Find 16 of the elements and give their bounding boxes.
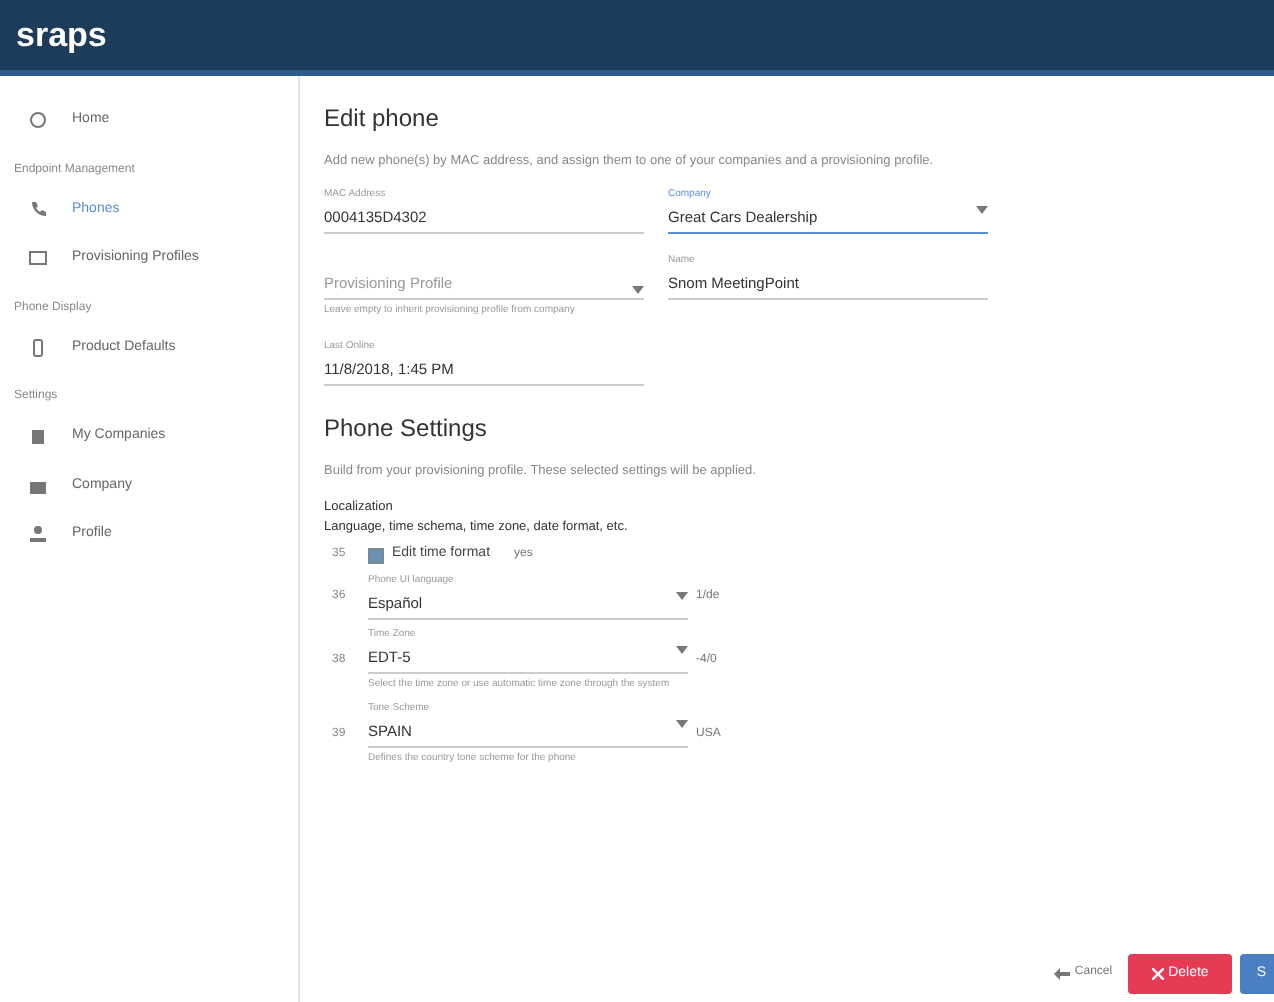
checkbox[interactable] <box>368 547 384 563</box>
close-icon <box>1152 967 1165 980</box>
caret-icon <box>676 719 688 728</box>
device-icon <box>28 337 48 358</box>
caret-icon <box>676 591 688 600</box>
card-icon <box>28 248 48 269</box>
page-title: Edit phone <box>324 102 441 136</box>
home-icon <box>28 110 48 131</box>
caret-icon <box>632 286 644 295</box>
brand-logo[interactable]: sraps <box>16 9 107 61</box>
arrow-left-icon <box>1054 967 1071 980</box>
person-icon <box>28 524 48 545</box>
phone-icon <box>28 199 48 220</box>
caret-icon <box>676 646 688 654</box>
section-title: Phone Settings <box>324 412 489 446</box>
caret-icon <box>976 205 988 214</box>
